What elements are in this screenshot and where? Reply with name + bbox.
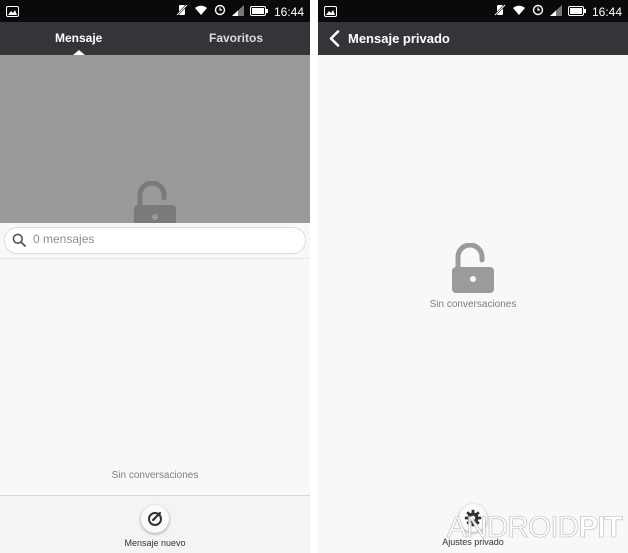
status-bar: 16:44	[318, 0, 628, 22]
watermark-bold: PIT	[578, 511, 623, 545]
androidpit-watermark: ANDROIDPIT	[446, 511, 624, 545]
status-bar: 16:44	[0, 0, 310, 22]
tab-favoritos[interactable]: Favoritos	[209, 22, 263, 55]
signal-icon	[231, 3, 244, 21]
tab-mensaje[interactable]: Mensaje	[55, 22, 102, 55]
search-icon	[12, 233, 26, 252]
vibrate-off-icon	[176, 3, 188, 21]
wifi-icon	[194, 3, 208, 21]
title-bar: Mensaje privado	[318, 22, 628, 55]
tab-mensaje-label: Mensaje	[55, 31, 103, 45]
right-screen: 16:44 Mensaje privado Sin conversaciones	[318, 0, 628, 553]
wifi-icon	[512, 3, 526, 21]
new-message-label: Mensaje nuevo	[124, 538, 186, 548]
alarm-icon	[532, 3, 544, 21]
page-title: Mensaje privado	[348, 31, 450, 46]
vibrate-off-icon	[494, 3, 506, 21]
alarm-icon	[214, 3, 226, 21]
signal-icon	[549, 3, 562, 21]
gallery-notification-icon	[324, 4, 337, 22]
watermark-thin: ANDROID	[446, 511, 580, 545]
battery-icon	[567, 3, 586, 21]
tab-bar: Mensaje Favoritos	[0, 22, 310, 55]
battery-icon	[249, 3, 268, 21]
empty-state-text: Sin conversaciones	[111, 470, 199, 481]
new-message-button[interactable]	[141, 505, 169, 533]
gallery-notification-icon	[6, 4, 19, 22]
left-screen: 16:44 Mensaje Favoritos 0 mensajes Sin c…	[0, 0, 310, 553]
chevron-left-icon[interactable]	[328, 30, 340, 52]
tab-favoritos-label: Favoritos	[209, 31, 264, 45]
compose-icon	[147, 511, 163, 532]
bottom-action-bar: Mensaje nuevo	[0, 495, 310, 553]
search-bar: 0 mensajes	[0, 223, 310, 259]
status-time: 16:44	[273, 5, 304, 19]
padlock-open-icon	[451, 242, 495, 298]
private-pull-down-panel[interactable]	[0, 55, 310, 223]
status-time: 16:44	[591, 5, 622, 19]
padlock-open-icon	[133, 180, 177, 223]
search-input[interactable]: 0 mensajes	[4, 227, 306, 254]
empty-state-text: Sin conversaciones	[429, 299, 517, 310]
search-placeholder: 0 mensajes	[33, 232, 95, 246]
